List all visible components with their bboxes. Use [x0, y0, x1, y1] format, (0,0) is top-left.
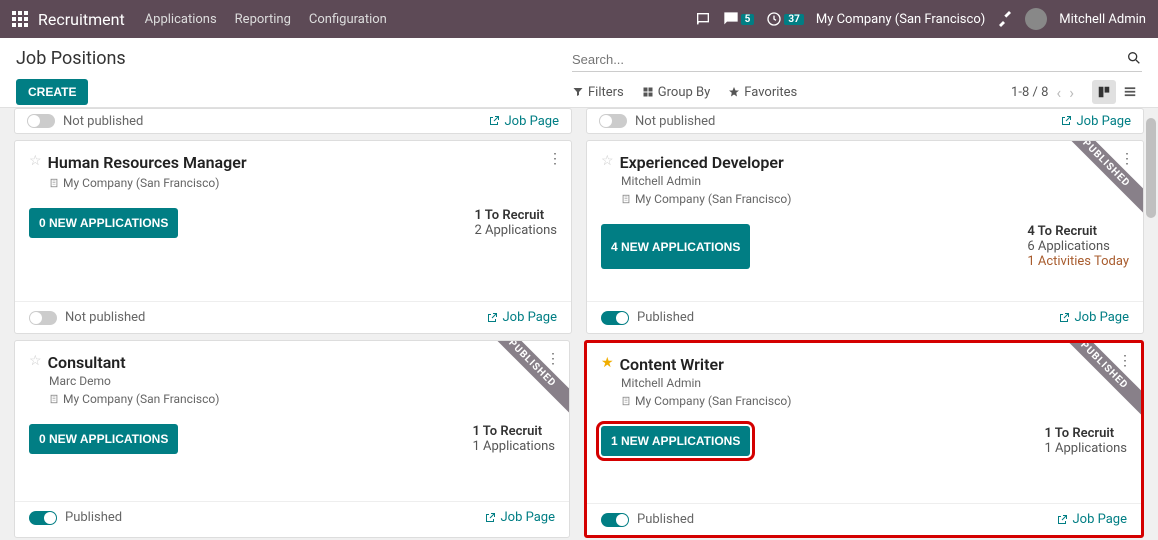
building-icon	[49, 178, 59, 188]
new-applications-button[interactable]: 0 NEW APPLICATIONS	[29, 424, 178, 454]
job-page-link[interactable]: Job Page	[1060, 114, 1131, 129]
card-title: Consultant	[48, 353, 126, 372]
scrollbar[interactable]	[1144, 108, 1158, 540]
pager-next[interactable]: ›	[1069, 83, 1074, 102]
activities-badge: 37	[784, 14, 803, 25]
publish-toggle[interactable]	[27, 114, 55, 128]
job-page-link[interactable]: Job Page	[1056, 512, 1127, 527]
favorites-button[interactable]: Favorites	[728, 85, 797, 100]
job-page-link[interactable]: Job Page	[1058, 310, 1129, 325]
kanban-view-button[interactable]	[1092, 80, 1116, 104]
new-applications-button[interactable]: 1 NEW APPLICATIONS	[601, 426, 750, 456]
card-title: Human Resources Manager	[48, 153, 247, 172]
job-card-experienced-developer[interactable]: PUBLISHED ⋮ ☆ Experienced Developer Mitc…	[586, 140, 1144, 334]
filters-button[interactable]: Filters	[572, 85, 624, 100]
card-stats: 1 To Recruit 1 Applications	[1044, 426, 1127, 456]
apps-icon[interactable]	[12, 11, 28, 27]
messages-badge: 5	[741, 14, 755, 25]
job-card-consultant[interactable]: PUBLISHED ⋮ ☆ Consultant Marc Demo My Co…	[14, 340, 570, 538]
messages-icon[interactable]: 5	[723, 11, 755, 27]
nav-reporting[interactable]: Reporting	[235, 12, 291, 27]
building-icon	[49, 394, 59, 404]
star-icon[interactable]: ☆	[29, 153, 42, 169]
job-page-link[interactable]: Job Page	[488, 114, 559, 129]
page-title: Job Positions	[16, 48, 572, 69]
user-name[interactable]: Mitchell Admin	[1059, 12, 1146, 27]
publish-toggle[interactable]	[601, 311, 629, 325]
publish-toggle[interactable]	[29, 311, 57, 325]
pager: 1-8 / 8 ‹ ›	[1011, 80, 1142, 104]
job-card-hr-manager[interactable]: ⋮ ☆ Human Resources Manager My Company (…	[14, 140, 572, 334]
job-page-link[interactable]: Job Page	[486, 310, 557, 325]
nav-configuration[interactable]: Configuration	[309, 12, 387, 27]
company-selector[interactable]: My Company (San Francisco)	[816, 12, 985, 27]
star-icon[interactable]: ☆	[29, 353, 42, 369]
kanban-content: Not published Job Page Not published Job…	[0, 108, 1158, 540]
partial-card-right: Not published Job Page	[586, 108, 1144, 134]
publish-toggle[interactable]	[29, 511, 57, 525]
topbar: Recruitment Applications Reporting Confi…	[0, 0, 1158, 38]
job-page-link[interactable]: Job Page	[484, 510, 555, 525]
card-stats: 1 To Recruit 1 Applications	[472, 424, 555, 454]
star-icon[interactable]: ☆	[601, 153, 614, 169]
new-applications-button[interactable]: 4 NEW APPLICATIONS	[601, 224, 750, 269]
card-stats: 1 To Recruit 2 Applications	[474, 208, 557, 238]
control-panel: Job Positions CREATE Filters Group By Fa…	[0, 38, 1158, 108]
tools-icon[interactable]	[997, 11, 1013, 27]
new-applications-button[interactable]: 0 NEW APPLICATIONS	[29, 208, 178, 238]
nav-applications[interactable]: Applications	[145, 12, 217, 27]
building-icon	[621, 194, 631, 204]
avatar[interactable]	[1025, 8, 1047, 30]
pager-prev[interactable]: ‹	[1056, 83, 1061, 102]
card-stats: 4 To Recruit 6 Applications 1 Activities…	[1027, 224, 1129, 269]
publish-toggle[interactable]	[599, 114, 627, 128]
activities-icon[interactable]: 37	[766, 11, 803, 27]
search-icon[interactable]	[1126, 50, 1142, 70]
groupby-button[interactable]: Group By	[642, 85, 711, 100]
star-icon[interactable]: ★	[601, 355, 614, 371]
building-icon	[621, 396, 631, 406]
phone-icon[interactable]	[695, 11, 711, 27]
card-title: Experienced Developer	[620, 153, 784, 172]
publish-toggle[interactable]	[601, 513, 629, 527]
partial-card-left: Not published Job Page	[14, 108, 572, 134]
create-button[interactable]: CREATE	[16, 79, 88, 105]
search-input[interactable]	[572, 48, 1126, 71]
job-card-content-writer[interactable]: PUBLISHED ⋮ ★ Content Writer Mitchell Ad…	[584, 340, 1144, 538]
card-title: Content Writer	[620, 355, 724, 374]
list-view-button[interactable]	[1118, 80, 1142, 104]
brand-title: Recruitment	[38, 10, 125, 29]
